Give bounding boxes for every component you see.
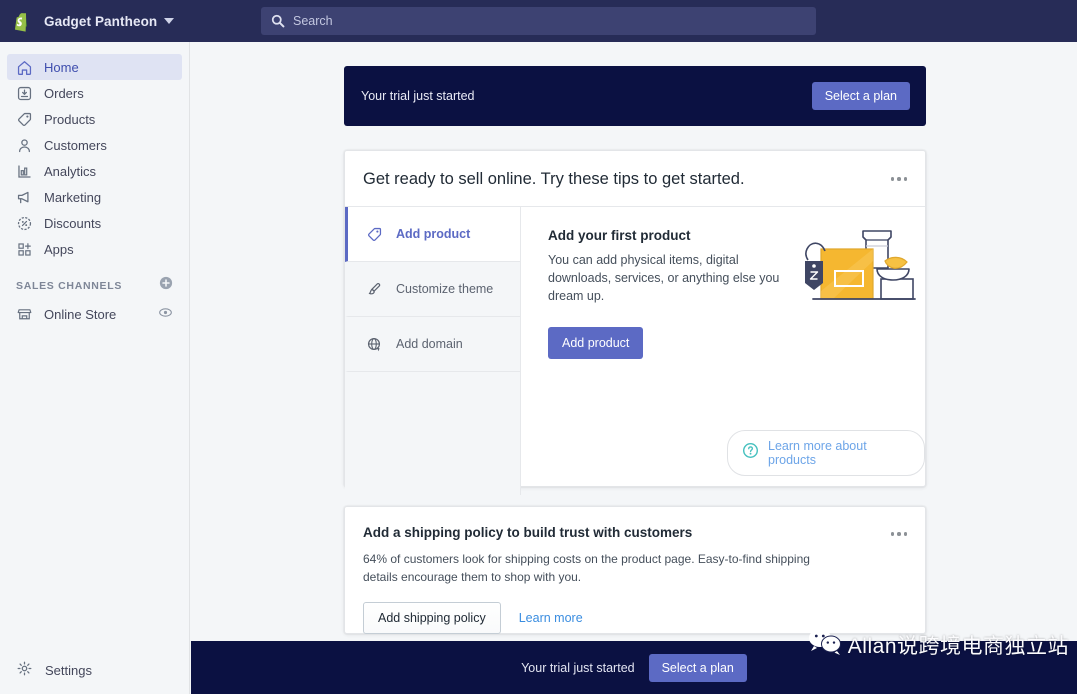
shopify-admin-home: Gadget Pantheon Search Home <box>0 0 1077 694</box>
settings-label: Settings <box>45 663 92 678</box>
eye-icon[interactable] <box>158 305 173 323</box>
bottom-trial-text: Your trial just started <box>521 661 634 675</box>
brush-icon <box>366 281 390 298</box>
setup-card-body: Add product Customize theme Add domain <box>345 207 925 495</box>
sales-channels-title: SALES CHANNELS <box>16 280 122 292</box>
sales-channels-header: SALES CHANNELS <box>0 262 189 301</box>
add-shipping-policy-button[interactable]: Add shipping policy <box>363 602 501 634</box>
sidebar-item-orders[interactable]: Orders <box>7 80 182 106</box>
setup-tablist: Add product Customize theme Add domain <box>345 207 521 495</box>
store-name: Gadget Pantheon <box>44 14 157 29</box>
search-input[interactable]: Search <box>261 7 816 35</box>
setup-panel: Add your first product You can add physi… <box>521 207 925 495</box>
orders-icon <box>16 85 38 102</box>
apps-icon <box>16 241 38 258</box>
sidebar-item-label: Orders <box>44 86 84 101</box>
sidebar-item-products[interactable]: Products <box>7 106 182 132</box>
sidebar-item-label: Apps <box>44 242 74 257</box>
shipping-card-body: 64% of customers look for shipping costs… <box>363 550 846 586</box>
shipping-card-actions: Add shipping policy Learn more <box>363 602 907 634</box>
sidebar-item-marketing[interactable]: Marketing <box>7 184 182 210</box>
shopify-logo-wrap[interactable] <box>0 11 42 32</box>
home-icon <box>16 59 38 76</box>
tab-customize-theme[interactable]: Customize theme <box>345 262 520 317</box>
discount-icon <box>16 215 38 232</box>
sidebar-item-label: Marketing <box>44 190 101 205</box>
learn-more-about-products-button[interactable]: Learn more about products <box>727 430 925 476</box>
bottom-trial-bar: Your trial just started Select a plan <box>191 641 1077 694</box>
setup-card-title: Get ready to sell online. Try these tips… <box>363 170 745 189</box>
sidebar-item-label: Online Store <box>44 307 116 322</box>
sidebar-item-analytics[interactable]: Analytics <box>7 158 182 184</box>
sidebar-item-label: Customers <box>44 138 107 153</box>
panel-body-text: You can add physical items, digital down… <box>548 251 798 305</box>
sidebar-item-discounts[interactable]: Discounts <box>7 210 182 236</box>
gear-icon <box>16 660 33 680</box>
product-bag-illustration <box>803 221 919 313</box>
megaphone-icon <box>16 189 38 206</box>
overflow-menu-icon[interactable] <box>891 170 908 181</box>
sidebar-nav: Home Orders Products Customers <box>0 42 189 327</box>
tab-add-domain[interactable]: Add domain <box>345 317 520 372</box>
main-content: Your trial just started Select a plan Ge… <box>191 42 1077 694</box>
sidebar: Home Orders Products Customers <box>0 42 190 694</box>
tab-label: Add product <box>396 227 470 241</box>
shipping-card-title: Add a shipping policy to build trust wit… <box>363 525 692 540</box>
person-icon <box>16 137 38 154</box>
storefront-icon <box>16 306 38 323</box>
search-icon <box>271 14 285 28</box>
sidebar-item-label: Discounts <box>44 216 101 231</box>
sidebar-item-customers[interactable]: Customers <box>7 132 182 158</box>
plus-circle-icon[interactable] <box>159 276 173 295</box>
trial-banner-text: Your trial just started <box>361 89 474 103</box>
bottom-select-plan-button[interactable]: Select a plan <box>649 654 747 682</box>
sidebar-item-label: Products <box>44 112 95 127</box>
trial-banner: Your trial just started Select a plan <box>344 66 926 126</box>
tag-icon <box>366 226 390 243</box>
sidebar-item-settings[interactable]: Settings <box>0 656 190 684</box>
learn-more-label: Learn more about products <box>768 439 907 467</box>
setup-card-header: Get ready to sell online. Try these tips… <box>345 151 925 207</box>
question-circle-icon <box>742 442 759 464</box>
tablist-filler <box>345 372 520 495</box>
sidebar-item-apps[interactable]: Apps <box>7 236 182 262</box>
bar-chart-icon <box>16 163 38 180</box>
chevron-down-icon[interactable] <box>164 18 174 24</box>
globe-icon <box>366 336 390 353</box>
shopify-bag-logo <box>12 11 31 32</box>
add-product-button[interactable]: Add product <box>548 327 643 359</box>
sidebar-item-label: Home <box>44 60 79 75</box>
sidebar-item-online-store[interactable]: Online Store <box>7 301 182 327</box>
overflow-menu-icon[interactable] <box>891 525 908 536</box>
shipping-policy-card: Add a shipping policy to build trust wit… <box>344 506 926 634</box>
tag-icon <box>16 111 38 128</box>
tab-label: Add domain <box>396 337 463 351</box>
shipping-learn-more-link[interactable]: Learn more <box>519 611 583 625</box>
tab-label: Customize theme <box>396 282 493 296</box>
sidebar-item-label: Analytics <box>44 164 96 179</box>
tab-add-product[interactable]: Add product <box>345 207 520 262</box>
search-placeholder: Search <box>293 14 333 28</box>
setup-guide-card: Get ready to sell online. Try these tips… <box>344 150 926 487</box>
sidebar-item-home[interactable]: Home <box>7 54 182 80</box>
shipping-card-header: Add a shipping policy to build trust wit… <box>363 525 907 540</box>
top-bar: Gadget Pantheon Search <box>0 0 1077 42</box>
select-plan-button[interactable]: Select a plan <box>812 82 910 110</box>
